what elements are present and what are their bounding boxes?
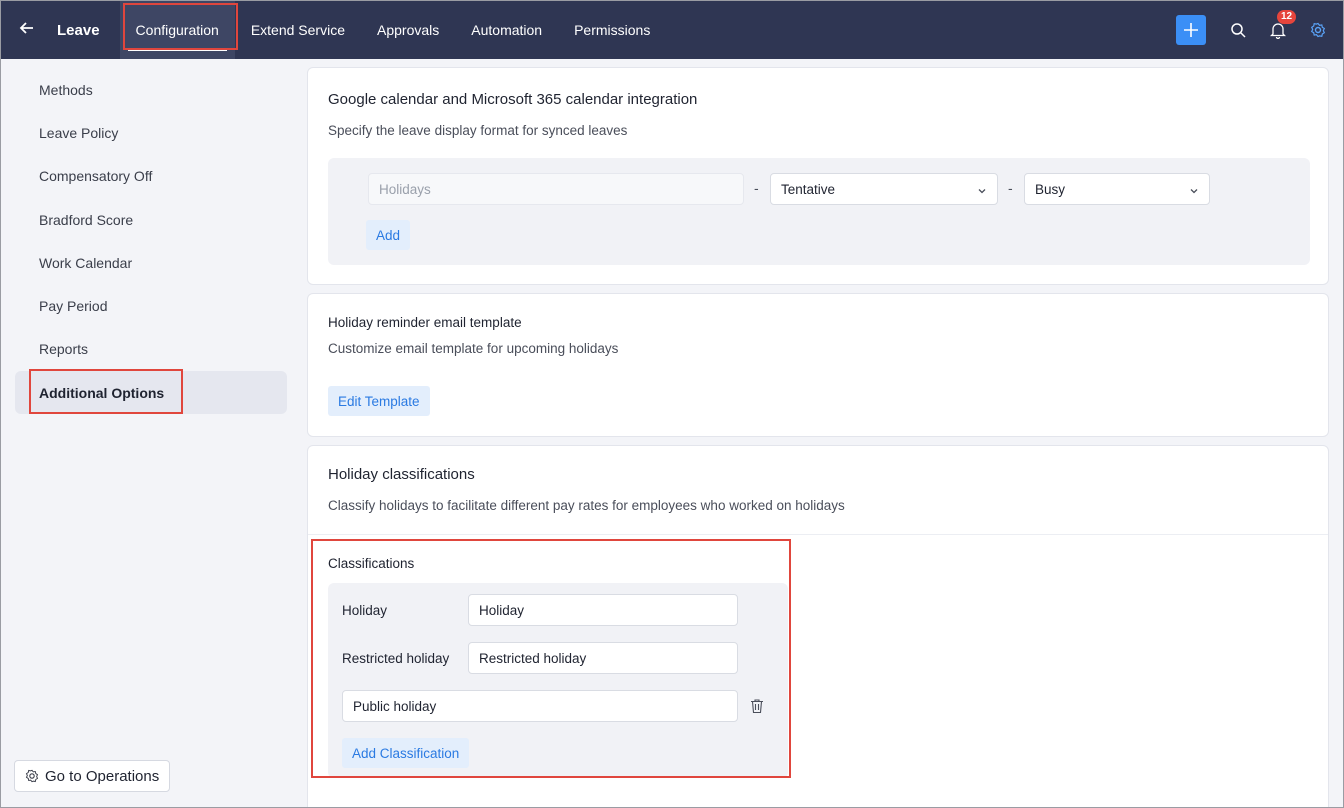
sidebar: Methods Leave Policy Compensatory Off Br… xyxy=(1,59,301,807)
card-title: Holiday reminder email template xyxy=(328,315,522,330)
tab-configuration[interactable]: Configuration xyxy=(119,1,235,59)
tab-extend-service[interactable]: Extend Service xyxy=(235,1,361,59)
classification-input[interactable]: Restricted holiday xyxy=(468,642,738,674)
tab-automation[interactable]: Automation xyxy=(455,1,558,59)
availability-select-value: Busy xyxy=(1035,181,1066,197)
tab-label: Extend Service xyxy=(250,22,345,38)
top-actions: 12 xyxy=(1176,1,1343,59)
sidebar-item-methods[interactable]: Methods xyxy=(15,68,287,111)
availability-select[interactable]: Busy xyxy=(1024,173,1210,205)
sidebar-item-pay-period[interactable]: Pay Period xyxy=(15,284,287,327)
tab-label: Approvals xyxy=(377,22,440,38)
sidebar-item-label: Work Calendar xyxy=(39,254,133,271)
status-select[interactable]: Tentative xyxy=(770,173,998,205)
top-navigation-bar: Leave Configuration Extend Service Appro… xyxy=(1,1,1343,59)
chevron-down-icon xyxy=(1189,184,1199,199)
holiday-reminder-card: Holiday reminder email template Customiz… xyxy=(307,293,1329,437)
classification-label: Restricted holiday xyxy=(342,651,450,666)
sidebar-item-label: Reports xyxy=(39,340,89,357)
sidebar-item-work-calendar[interactable]: Work Calendar xyxy=(15,241,287,284)
sidebar-item-reports[interactable]: Reports xyxy=(15,327,287,370)
sidebar-item-label: Methods xyxy=(39,81,93,98)
sidebar-item-label: Bradford Score xyxy=(39,211,134,228)
app-frame: Leave Configuration Extend Service Appro… xyxy=(0,0,1344,808)
status-select-value: Tentative xyxy=(781,181,836,197)
trash-icon[interactable] xyxy=(750,698,764,717)
tab-permissions[interactable]: Permissions xyxy=(558,1,666,59)
add-classification-button[interactable]: Add Classification xyxy=(342,738,470,768)
chevron-down-icon xyxy=(977,184,987,199)
sidebar-item-label: Leave Policy xyxy=(39,124,119,141)
card-description: Specify the leave display format for syn… xyxy=(328,123,628,138)
classifications-label: Classifications xyxy=(328,556,415,571)
leave-type-input[interactable]: Holidays xyxy=(368,173,744,205)
classification-label: Holiday xyxy=(342,603,388,618)
divider xyxy=(308,534,1328,535)
go-to-operations-button[interactable]: Go to Operations xyxy=(14,760,171,792)
card-description: Customize email template for upcoming ho… xyxy=(328,341,619,356)
separator: - xyxy=(1008,180,1013,196)
add-button[interactable]: Add xyxy=(366,220,411,250)
settings-icon[interactable] xyxy=(1307,19,1329,41)
sidebar-item-compensatory-off[interactable]: Compensatory Off xyxy=(15,154,287,197)
card-title: Holiday classifications xyxy=(328,466,475,483)
app-title: Leave xyxy=(57,21,100,39)
search-icon[interactable] xyxy=(1227,19,1249,41)
sidebar-item-label: Additional Options xyxy=(39,384,165,401)
card-description: Classify holidays to facilitate differen… xyxy=(328,498,845,513)
tab-label: Permissions xyxy=(574,22,651,38)
sidebar-item-label: Pay Period xyxy=(39,297,108,314)
tab-label: Configuration xyxy=(135,22,219,38)
separator: - xyxy=(754,180,759,196)
classifications-panel: Holiday Holiday Restricted holiday Restr… xyxy=(328,583,788,778)
tab-label: Automation xyxy=(471,22,543,38)
sidebar-item-bradford-score[interactable]: Bradford Score xyxy=(15,198,287,241)
tab-approvals[interactable]: Approvals xyxy=(361,1,455,59)
bell-icon[interactable]: 12 xyxy=(1267,10,1297,41)
calendar-format-panel: Holidays - Tentative - Busy Add xyxy=(328,158,1310,265)
back-arrow-icon[interactable] xyxy=(19,20,39,41)
sidebar-item-leave-policy[interactable]: Leave Policy xyxy=(15,111,287,154)
plus-icon[interactable] xyxy=(1176,15,1206,45)
classification-input[interactable]: Public holiday xyxy=(342,690,738,722)
notification-badge: 12 xyxy=(1277,10,1297,24)
classification-input[interactable]: Holiday xyxy=(468,594,738,626)
sidebar-item-label: Compensatory Off xyxy=(39,167,153,184)
holiday-classifications-card: Holiday classifications Classify holiday… xyxy=(307,445,1329,807)
card-title: Google calendar and Microsoft 365 calend… xyxy=(328,91,698,108)
sidebar-item-additional-options[interactable]: Additional Options xyxy=(15,371,287,414)
edit-template-button[interactable]: Edit Template xyxy=(328,386,430,416)
go-to-operations-label: Go to Operations xyxy=(45,767,160,785)
calendar-integration-card: Google calendar and Microsoft 365 calend… xyxy=(307,67,1329,285)
gear-icon xyxy=(25,769,39,783)
